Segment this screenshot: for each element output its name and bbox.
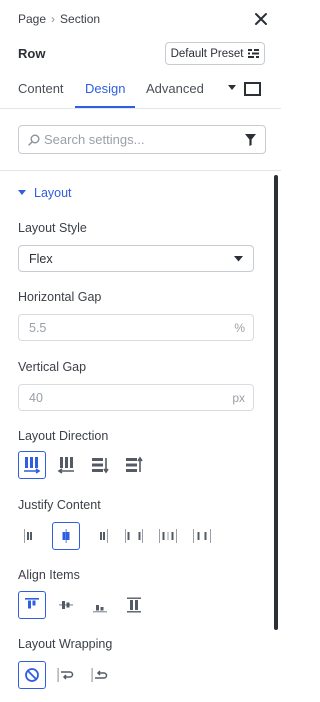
layout-wrapping-options xyxy=(18,661,120,689)
wrap-reverse-button[interactable] xyxy=(86,661,114,689)
justify-end-button[interactable] xyxy=(86,522,114,550)
layout-wrapping-label: Layout Wrapping xyxy=(18,637,113,651)
horizontal-gap-value: 5.5 xyxy=(29,320,47,335)
align-items-label: Align Items xyxy=(18,568,80,582)
tabs-more-dropdown[interactable] xyxy=(228,85,236,91)
wrap-reverse-icon xyxy=(91,668,108,682)
tab-bar: Content Design Advanced xyxy=(0,78,281,109)
justify-content-label: Justify Content xyxy=(18,498,101,512)
breadcrumb: Page › Section xyxy=(18,12,100,26)
justify-center-icon xyxy=(62,529,70,543)
vertical-gap-unit[interactable]: px xyxy=(232,391,245,405)
search-box xyxy=(18,125,266,154)
align-stretch-icon xyxy=(127,597,141,613)
caret-down-icon xyxy=(234,255,243,261)
justify-space-evenly-icon xyxy=(193,529,211,543)
layout-style-value: Flex xyxy=(29,251,53,266)
section-title: Layout xyxy=(34,186,72,200)
filter-icon xyxy=(245,133,256,146)
justify-space-evenly-button[interactable] xyxy=(188,522,216,550)
scrollbar[interactable] xyxy=(274,175,278,630)
direction-column-reverse-button[interactable] xyxy=(120,451,148,479)
align-stretch-button[interactable] xyxy=(120,591,148,619)
align-center-icon xyxy=(59,601,73,609)
wrap-button[interactable] xyxy=(52,661,80,689)
align-items-options xyxy=(18,591,154,619)
preset-options-icon xyxy=(248,49,260,58)
layout-direction-options xyxy=(18,451,154,479)
justify-center-button[interactable] xyxy=(52,522,80,550)
layout-style-select[interactable]: Flex xyxy=(18,245,254,272)
preset-label: Default Preset xyxy=(170,47,244,60)
no-wrap-button[interactable] xyxy=(18,661,46,689)
tab-content[interactable]: Content xyxy=(18,81,64,108)
breadcrumb-page[interactable]: Page xyxy=(18,12,46,26)
close-icon xyxy=(255,13,267,25)
search-input[interactable] xyxy=(44,132,245,147)
justify-content-options xyxy=(18,522,222,550)
justify-start-button[interactable] xyxy=(18,522,46,550)
align-start-button[interactable] xyxy=(18,591,46,619)
close-button[interactable] xyxy=(253,11,269,27)
align-start-icon xyxy=(25,598,39,609)
justify-end-icon xyxy=(100,529,108,543)
justify-space-around-icon xyxy=(159,529,177,543)
horizontal-gap-unit[interactable]: % xyxy=(234,321,245,335)
vertical-gap-input[interactable]: 40 px xyxy=(18,384,254,411)
divider xyxy=(0,170,281,171)
tab-advanced[interactable]: Advanced xyxy=(146,81,204,108)
row-icon xyxy=(24,457,41,474)
square-view-icon[interactable] xyxy=(244,82,261,96)
column-reverse-icon xyxy=(126,456,143,472)
justify-start-icon xyxy=(24,529,32,543)
horizontal-gap-input[interactable]: 5.5 % xyxy=(18,314,254,341)
no-wrap-icon xyxy=(25,668,39,682)
filter-button[interactable] xyxy=(245,133,256,146)
caret-down-icon xyxy=(228,85,236,90)
wrap-icon xyxy=(57,668,74,682)
section-layout-toggle[interactable]: Layout xyxy=(18,186,72,200)
align-center-button[interactable] xyxy=(52,591,80,619)
tab-design[interactable]: Design xyxy=(75,81,136,108)
breadcrumb-section[interactable]: Section xyxy=(60,12,100,26)
direction-row-reverse-button[interactable] xyxy=(52,451,80,479)
caret-down-icon xyxy=(18,190,26,195)
align-end-button[interactable] xyxy=(86,591,114,619)
breadcrumb-chevron-icon: › xyxy=(51,12,56,26)
preset-button[interactable]: Default Preset xyxy=(165,42,265,65)
layout-direction-label: Layout Direction xyxy=(18,429,109,443)
row-reverse-icon xyxy=(57,457,74,474)
horizontal-gap-label: Horizontal Gap xyxy=(18,290,102,304)
direction-row-button[interactable] xyxy=(18,451,46,479)
vertical-gap-label: Vertical Gap xyxy=(18,360,87,374)
layout-style-label: Layout Style xyxy=(18,221,87,235)
direction-column-button[interactable] xyxy=(86,451,114,479)
column-icon xyxy=(92,458,109,474)
element-title: Row xyxy=(18,46,46,61)
justify-space-around-button[interactable] xyxy=(154,522,182,550)
align-end-icon xyxy=(93,605,107,613)
justify-space-between-button[interactable] xyxy=(120,522,148,550)
search-icon xyxy=(28,134,40,146)
vertical-gap-value: 40 xyxy=(29,390,43,405)
justify-space-between-icon xyxy=(125,529,143,543)
